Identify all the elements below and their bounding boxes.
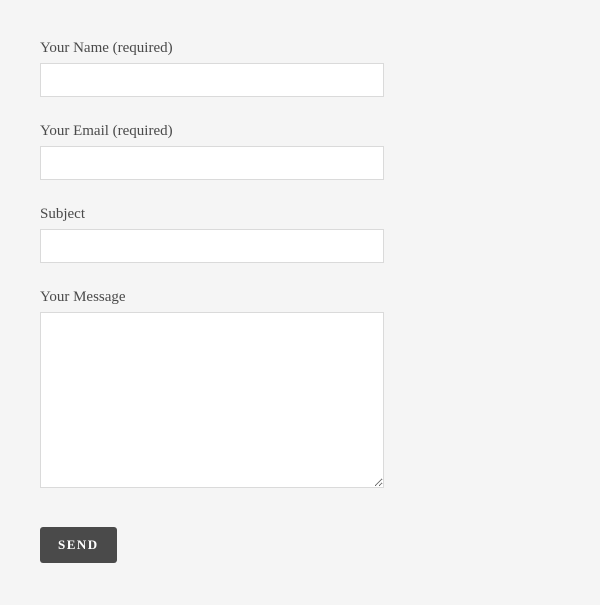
send-button[interactable]: SEND bbox=[40, 527, 117, 563]
subject-group: Subject bbox=[40, 206, 560, 263]
subject-label: Subject bbox=[40, 206, 560, 223]
email-input[interactable] bbox=[40, 146, 384, 180]
email-label: Your Email (required) bbox=[40, 123, 560, 140]
message-textarea[interactable] bbox=[40, 312, 384, 488]
message-group: Your Message bbox=[40, 289, 560, 493]
subject-input[interactable] bbox=[40, 229, 384, 263]
message-label: Your Message bbox=[40, 289, 560, 306]
name-label: Your Name (required) bbox=[40, 40, 560, 57]
name-group: Your Name (required) bbox=[40, 40, 560, 97]
name-input[interactable] bbox=[40, 63, 384, 97]
email-group: Your Email (required) bbox=[40, 123, 560, 180]
contact-form: Your Name (required) Your Email (require… bbox=[40, 40, 560, 563]
